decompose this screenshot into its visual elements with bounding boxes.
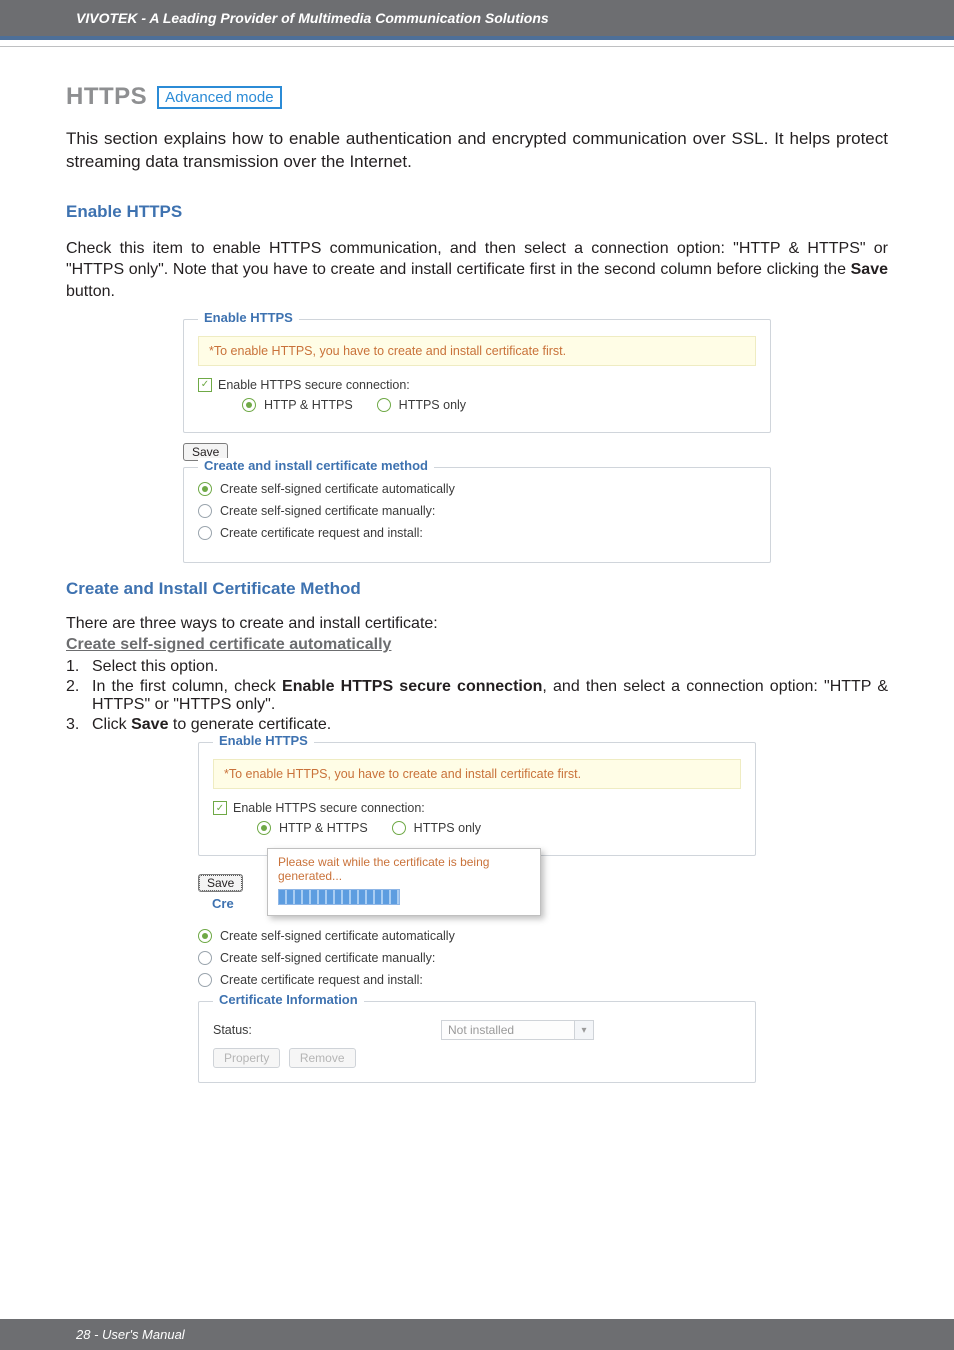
method-manual-2[interactable]: Create self-signed certificate manually:: [198, 951, 756, 965]
checkbox-icon: ✓: [198, 378, 212, 392]
method-auto-2[interactable]: Create self-signed certificate automatic…: [198, 929, 756, 943]
radio-selected-icon: [198, 929, 212, 943]
method-manual[interactable]: Create self-signed certificate manually:: [198, 504, 756, 518]
notice-box-2: *To enable HTTPS, you have to create and…: [213, 759, 741, 789]
doc-footer: 28 - User's Manual: [0, 1319, 954, 1350]
text-pre: Check this item to enable HTTPS communic…: [66, 240, 888, 279]
progress-bar: [278, 889, 400, 905]
opt-http-https-2: HTTP & HTTPS: [279, 821, 368, 835]
radio-unselected-icon[interactable]: [392, 821, 406, 835]
step-2: 2.In the first column, check Enable HTTP…: [66, 678, 888, 714]
radio-unselected-icon: [198, 504, 212, 518]
method-request[interactable]: Create certificate request and install:: [198, 526, 756, 540]
doc-header-title: VIVOTEK - A Leading Provider of Multimed…: [76, 10, 549, 26]
opt-http-https: HTTP & HTTPS: [264, 398, 353, 412]
save-button-2[interactable]: Save: [198, 874, 243, 892]
method-request-label-2: Create certificate request and install:: [220, 973, 423, 987]
footer-page-label: 28 - User's Manual: [76, 1327, 185, 1342]
method-auto[interactable]: Create self-signed certificate automatic…: [198, 482, 756, 496]
remove-button[interactable]: Remove: [289, 1048, 356, 1068]
cert-button-row: Property Remove: [213, 1048, 741, 1068]
chevron-down-icon: ▾: [575, 1020, 594, 1040]
cert-info-legend: Certificate Information: [213, 992, 364, 1007]
radio-selected-icon: [198, 482, 212, 496]
status-label: Status:: [213, 1023, 433, 1037]
checkbox-label: Enable HTTPS secure connection:: [218, 378, 410, 392]
step-3: 3.Click Save to generate certificate.: [66, 716, 888, 734]
enable-checkbox-row[interactable]: ✓ Enable HTTPS secure connection:: [198, 378, 756, 392]
method-subhead: Create self-signed certificate automatic…: [66, 636, 888, 654]
radio-selected-icon[interactable]: [257, 821, 271, 835]
status-value: Not installed: [441, 1020, 575, 1040]
method-request-2[interactable]: Create certificate request and install:: [198, 973, 756, 987]
popup-message: Please wait while the certificate is bei…: [278, 855, 530, 883]
steps-list: 1.Select this option. 2.In the first col…: [66, 658, 888, 734]
partial-legend: Cre: [212, 896, 234, 911]
radio-unselected-icon: [198, 973, 212, 987]
enable-https-fieldset: Enable HTTPS *To enable HTTPS, you have …: [183, 319, 771, 433]
radio-unselected-icon: [198, 526, 212, 540]
text-bold: Save: [851, 261, 888, 278]
screenshot-1: Enable HTTPS *To enable HTTPS, you have …: [183, 319, 771, 563]
page-title: HTTPS: [66, 83, 147, 111]
page-title-row: HTTPS Advanced mode: [66, 83, 888, 111]
enable-https-fieldset-2: Enable HTTPS *To enable HTTPS, you have …: [198, 742, 756, 856]
enable-https-legend-2: Enable HTTPS: [213, 733, 314, 748]
method-auto-label: Create self-signed certificate automatic…: [220, 482, 455, 496]
opt-https-only: HTTPS only: [399, 398, 466, 412]
notice-box: *To enable HTTPS, you have to create and…: [198, 336, 756, 366]
method-lead: There are three ways to create and insta…: [66, 613, 888, 635]
method-auto-label-2: Create self-signed certificate automatic…: [220, 929, 455, 943]
step-1: 1.Select this option.: [66, 658, 888, 676]
cert-info-fieldset: Certificate Information Status: Not inst…: [198, 1001, 756, 1083]
create-method-heading: Create and Install Certificate Method: [66, 579, 888, 599]
doc-header: VIVOTEK - A Leading Provider of Multimed…: [0, 0, 954, 36]
accent-line: [0, 36, 954, 40]
status-row: Status: Not installed ▾: [213, 1020, 741, 1040]
screenshot-2: Enable HTTPS *To enable HTTPS, you have …: [198, 742, 756, 1083]
opt-https-only-2: HTTPS only: [414, 821, 481, 835]
method-request-label: Create certificate request and install:: [220, 526, 423, 540]
progress-popup: Please wait while the certificate is bei…: [267, 848, 541, 916]
text-post: button.: [66, 283, 115, 300]
intro-paragraph: This section explains how to enable auth…: [66, 128, 888, 174]
checkbox-label-2: Enable HTTPS secure connection:: [233, 801, 425, 815]
status-dropdown[interactable]: Not installed ▾: [441, 1020, 594, 1040]
create-method-legend: Create and install certificate method: [198, 458, 434, 473]
checkbox-icon: ✓: [213, 801, 227, 815]
conn-option-row: HTTP & HTTPS HTTPS only: [242, 398, 756, 412]
enable-https-desc: Check this item to enable HTTPS communic…: [66, 238, 888, 303]
property-button[interactable]: Property: [213, 1048, 280, 1068]
radio-selected-icon[interactable]: [242, 398, 256, 412]
radio-unselected-icon[interactable]: [377, 398, 391, 412]
mode-tag: Advanced mode: [157, 86, 281, 109]
enable-checkbox-row-2[interactable]: ✓ Enable HTTPS secure connection:: [213, 801, 741, 815]
conn-option-row-2: HTTP & HTTPS HTTPS only: [257, 821, 741, 835]
method-manual-label-2: Create self-signed certificate manually:: [220, 951, 435, 965]
enable-https-heading: Enable HTTPS: [66, 202, 888, 222]
method-manual-label: Create self-signed certificate manually:: [220, 504, 435, 518]
create-method-fieldset: Create and install certificate method Cr…: [183, 467, 771, 563]
radio-unselected-icon: [198, 951, 212, 965]
enable-https-legend: Enable HTTPS: [198, 310, 299, 325]
